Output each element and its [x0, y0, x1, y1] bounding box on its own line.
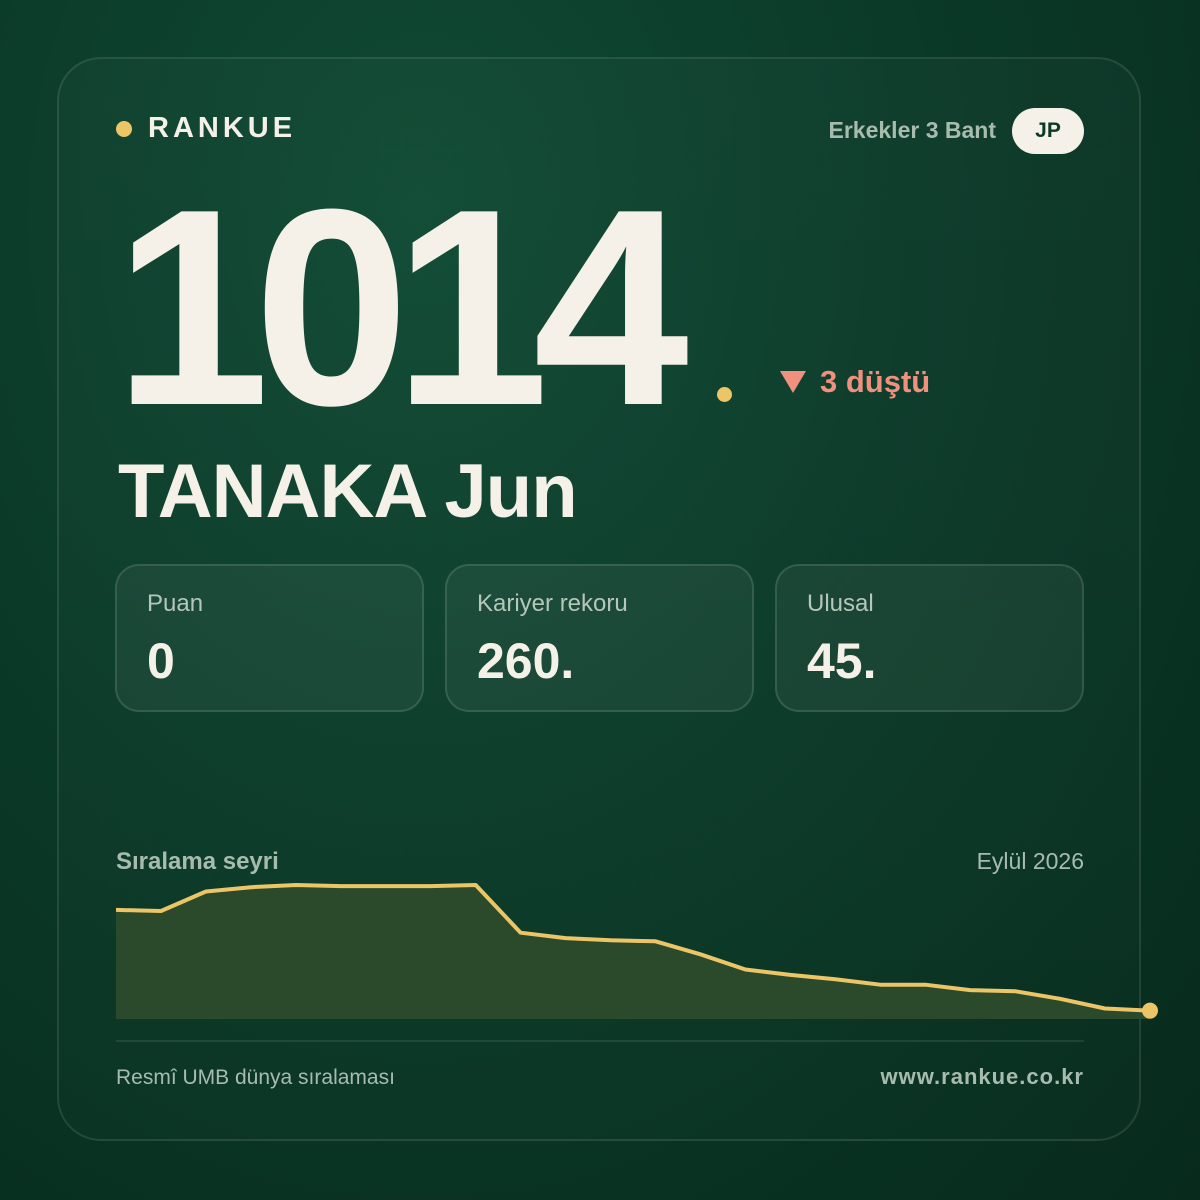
- rank-trend-chart: [115, 883, 1158, 1019]
- website-url: www.rankue.co.kr: [880, 1064, 1084, 1089]
- divider: [116, 1040, 1084, 1042]
- chart-area: [116, 885, 1150, 1019]
- source-text: Resmî UMB dünya sıralaması: [116, 1066, 395, 1089]
- chart-current-point: [1142, 1002, 1158, 1019]
